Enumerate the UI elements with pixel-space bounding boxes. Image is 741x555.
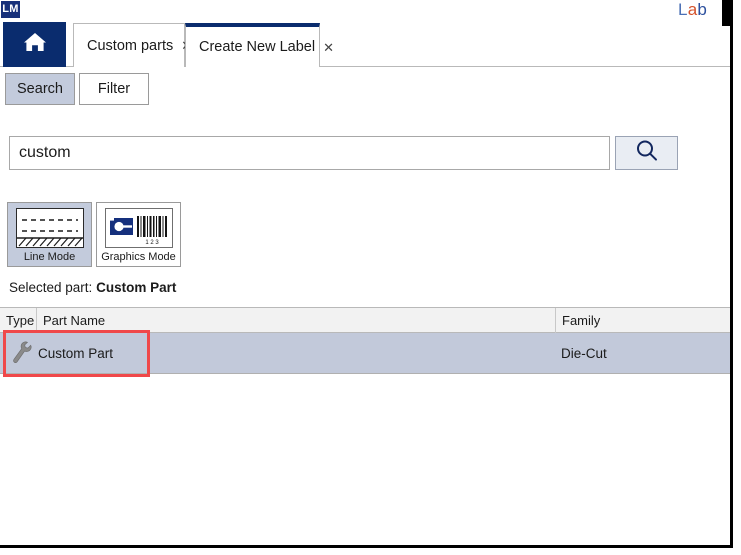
line-mode-icon	[15, 208, 84, 248]
line-mode-tile[interactable]: Line Mode	[7, 202, 92, 267]
app-logo: LM	[1, 1, 20, 18]
search-tab-button[interactable]: Search	[5, 73, 75, 105]
wrench-icon	[11, 340, 33, 367]
search-row	[0, 136, 730, 172]
table-header-row: Type Part Name Family	[0, 307, 730, 333]
toolbar: Search Filter	[0, 73, 730, 113]
graphics-mode-label: Graphics Mode	[101, 251, 176, 263]
tab-close-icon[interactable]: ✕	[315, 41, 345, 54]
window-edge-marker	[722, 0, 730, 26]
brand-letter-3: b	[697, 0, 707, 19]
tab-label: Create New Label	[199, 39, 316, 55]
search-input[interactable]	[9, 136, 610, 170]
results-table: Type Part Name Family Custom Part Die-Cu…	[0, 307, 730, 374]
column-header-family[interactable]: Family	[555, 308, 730, 333]
line-mode-label: Line Mode	[23, 251, 76, 263]
tab-create-new-label[interactable]: Create New Label ✕	[185, 23, 334, 67]
tab-label: Custom parts	[87, 37, 174, 54]
mode-tile-group: Line Mode 1 2 3 Graphics Mode	[0, 202, 730, 270]
table-row[interactable]: Custom Part Die-Cut	[0, 333, 730, 374]
application-window: LM Lab Custom parts ✕ Create New Label ✕…	[0, 0, 733, 548]
column-header-type[interactable]: Type	[0, 308, 36, 333]
filter-tab-button[interactable]: Filter	[79, 73, 149, 105]
home-icon	[22, 30, 48, 59]
brand-letter-1: L	[678, 0, 688, 19]
tab-custom-parts[interactable]: Custom parts ✕	[73, 23, 192, 67]
title-bar: LM Lab	[0, 0, 730, 22]
row-type-cell	[8, 333, 36, 373]
barcode-digits: 1 2 3	[145, 240, 159, 246]
selected-part-value: Custom Part	[96, 280, 177, 295]
graphics-mode-icon: 1 2 3	[104, 208, 173, 248]
brand-letter-2: a	[687, 0, 698, 19]
row-part-name-cell: Custom Part	[38, 345, 114, 361]
row-family-cell: Die-Cut	[561, 345, 607, 361]
selected-part-label: Selected part:	[9, 280, 93, 295]
column-header-part-name[interactable]: Part Name	[36, 308, 555, 333]
search-submit-button[interactable]	[615, 136, 678, 170]
brand-title: Lab	[678, 0, 707, 20]
home-button[interactable]	[3, 22, 66, 67]
graphics-mode-tile[interactable]: 1 2 3 Graphics Mode	[96, 202, 181, 267]
search-icon	[634, 138, 660, 169]
selected-part-caption: Selected part: Custom Part	[9, 280, 176, 295]
